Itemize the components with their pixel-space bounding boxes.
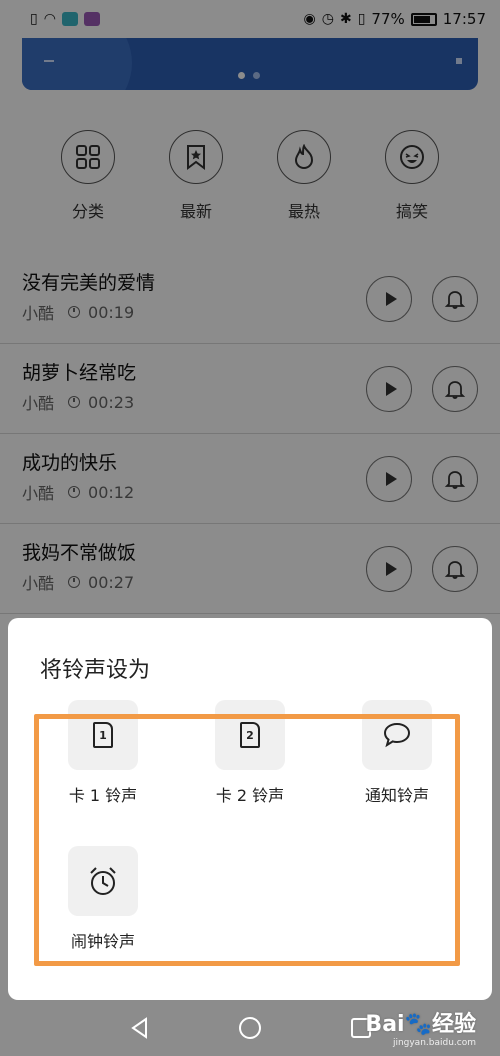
- watermark-brand: Bai: [365, 1012, 405, 1037]
- watermark-url: jingyan.baidu.com: [392, 1038, 476, 1048]
- set-ringtone-dialog: 将铃声设为 1 卡 1 铃声 2 卡 2 铃声 通知铃声 闹钟铃声: [8, 618, 492, 1000]
- home-icon[interactable]: [238, 1016, 262, 1040]
- back-icon[interactable]: [128, 1016, 152, 1040]
- highlight-annotation-box: [34, 714, 460, 966]
- dialog-title: 将铃声设为: [40, 658, 151, 683]
- paw-icon: 🐾: [404, 1012, 432, 1037]
- baidu-jingyan-watermark: Bai🐾经验 jingyan.baidu.com: [365, 1006, 476, 1048]
- watermark-suffix: 经验: [431, 1012, 476, 1037]
